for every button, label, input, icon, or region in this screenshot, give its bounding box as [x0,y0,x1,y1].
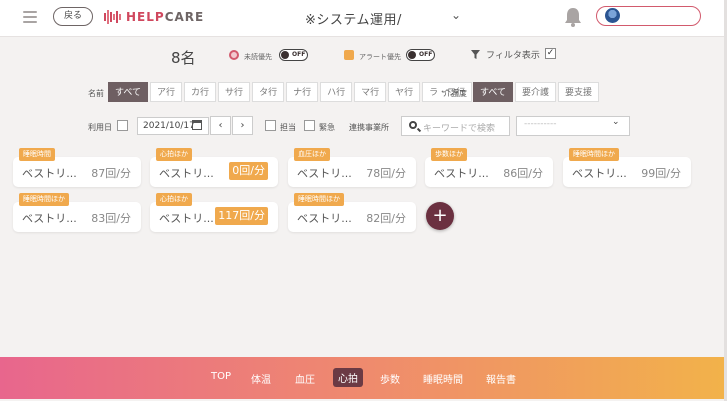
bell-icon[interactable] [563,6,583,28]
header-bar: 戻る HELPCARE ※システム運用/ ⌄ [0,0,724,37]
card-tag: 睡眠時間ほか [19,193,69,206]
name-tab-all[interactable]: すべて [108,82,149,102]
footer-tab-steps[interactable]: 歩数 [380,371,400,386]
name-tab-sa[interactable]: サ行 [218,82,251,102]
unread-priority-indicator [229,50,239,60]
logo-text-care: CARE [164,10,205,24]
footer-tab-report[interactable]: 報告書 [486,371,516,386]
card-name: ベストリ... [22,212,77,225]
card-value-alert: 0回/分 [229,162,268,180]
care-tab-youshien[interactable]: 要支援 [558,82,600,102]
footer-tab-blood-pressure[interactable]: 血圧 [295,371,315,386]
office-label: 連携事業所 [349,123,389,132]
patient-card[interactable]: 歩数ほか ベストリ... 86回/分 [425,148,553,187]
card-name: ベストリ... [297,167,352,180]
office-select-value: ---------- [524,119,557,129]
card-value: 78回/分 [366,167,406,180]
footer-tab-sleep[interactable]: 睡眠時間 [423,371,463,386]
card-value: 87回/分 [91,167,131,180]
card-name: ベストリ... [572,167,627,180]
patient-card[interactable]: 血圧ほか ベストリ... 78回/分 [288,148,416,187]
care-level-tabs: すべて 要介護 要支援 [473,82,601,102]
page-title[interactable]: ※システム運用/ [305,9,402,28]
card-value: 86回/分 [503,167,543,180]
calendar-icon[interactable] [192,120,202,130]
footer-tab-heart-rate[interactable]: 心拍 [333,368,363,387]
tantou-checkbox[interactable] [265,120,276,131]
alert-priority-toggle[interactable]: OFF [406,49,435,61]
card-tag: 睡眠時間ほか [569,148,619,161]
card-tag: 心拍ほか [156,148,192,161]
use-date-label: 利用日 [88,123,112,132]
name-tab-a[interactable]: ア行 [150,82,183,102]
kinkyu-label: 緊急 [319,123,335,132]
alert-priority-label: アラート優先 [359,53,401,61]
next-date-button[interactable]: › [232,116,253,135]
use-date-checkbox[interactable] [117,120,128,131]
kinkyu-checkbox[interactable] [304,120,315,131]
patient-card[interactable]: 睡眠時間ほか ベストリ... 82回/分 [288,193,416,232]
back-button[interactable]: 戻る [53,7,93,26]
card-tag: 睡眠時間 [19,148,55,161]
footer-tab-body-temp[interactable]: 体温 [251,371,271,386]
card-name: ベストリ... [22,167,77,180]
name-tab-ta[interactable]: タ行 [252,82,285,102]
filter-display-checkbox[interactable]: ✓ [545,48,556,59]
card-value: 99回/分 [641,167,681,180]
avatar[interactable] [605,8,620,23]
name-tab-ka[interactable]: カ行 [184,82,217,102]
search-placeholder: キーワードで検索 [423,124,496,134]
footer-tab-top[interactable]: TOP [211,371,231,382]
alert-toggle-text: OFF [419,51,433,58]
patient-card[interactable]: 睡眠時間 ベストリ... 87回/分 [13,148,141,187]
care-tab-youkaigo[interactable]: 要介護 [515,82,557,102]
prev-date-button[interactable]: ‹ [210,116,231,135]
unread-toggle-text: OFF [292,51,306,58]
care-tab-all[interactable]: すべて [473,82,514,102]
name-tab-ya[interactable]: ヤ行 [388,82,421,102]
hamburger-menu-icon[interactable] [23,11,37,23]
care-level-label: 介護度 [443,89,467,98]
chevron-down-icon[interactable]: ⌄ [451,8,461,22]
name-tab-na[interactable]: ナ行 [286,82,319,102]
add-patient-button[interactable]: + [426,202,454,230]
card-tag: 歩数ほか [431,148,467,161]
name-filter-label: 名前 [88,89,104,98]
patient-card[interactable]: 心拍ほか ベストリ... 0回/分 [150,148,278,187]
filter-display-label: フィルタ表示 [486,51,540,61]
name-filter-tabs: すべて ア行 カ行 サ行 タ行 ナ行 ハ行 マ行 ヤ行 ラ・ワ行 [108,82,474,102]
card-value-alert: 117回/分 [215,207,268,225]
alert-priority-indicator [344,50,354,60]
card-name: ベストリ... [297,212,352,225]
helpcare-logo: HELPCARE [104,9,204,25]
card-value: 82回/分 [366,212,406,225]
tantou-label: 担当 [280,123,296,132]
name-tab-ma[interactable]: マ行 [354,82,387,102]
logo-text-help: HELP [126,10,165,24]
search-icon [409,121,417,129]
card-tag: 血圧ほか [294,148,330,161]
card-name: ベストリ... [434,167,489,180]
patient-card[interactable]: 睡眠時間ほか ベストリ... 99回/分 [563,148,691,187]
patient-card[interactable]: 睡眠時間ほか ベストリ... 83回/分 [13,193,141,232]
patient-count: 8名 [171,49,196,67]
card-tag: 心拍ほか [156,193,192,206]
logo-mark-icon [104,10,121,24]
app-frame: 戻る HELPCARE ※システム運用/ ⌄ 8名 未読優先 OFF アラート優… [0,0,727,401]
card-name: ベストリ... [159,167,214,180]
unread-priority-label: 未読優先 [244,53,272,61]
name-tab-ha[interactable]: ハ行 [320,82,353,102]
chevron-down-icon: ⌄ [612,117,620,127]
card-value: 83回/分 [91,212,131,225]
patient-card[interactable]: 心拍ほか ベストリ... 117回/分 [150,193,278,232]
card-tag: 睡眠時間ほか [294,193,344,206]
filter-icon [471,50,480,59]
card-name: ベストリ... [159,212,214,225]
unread-priority-toggle[interactable]: OFF [279,49,308,61]
